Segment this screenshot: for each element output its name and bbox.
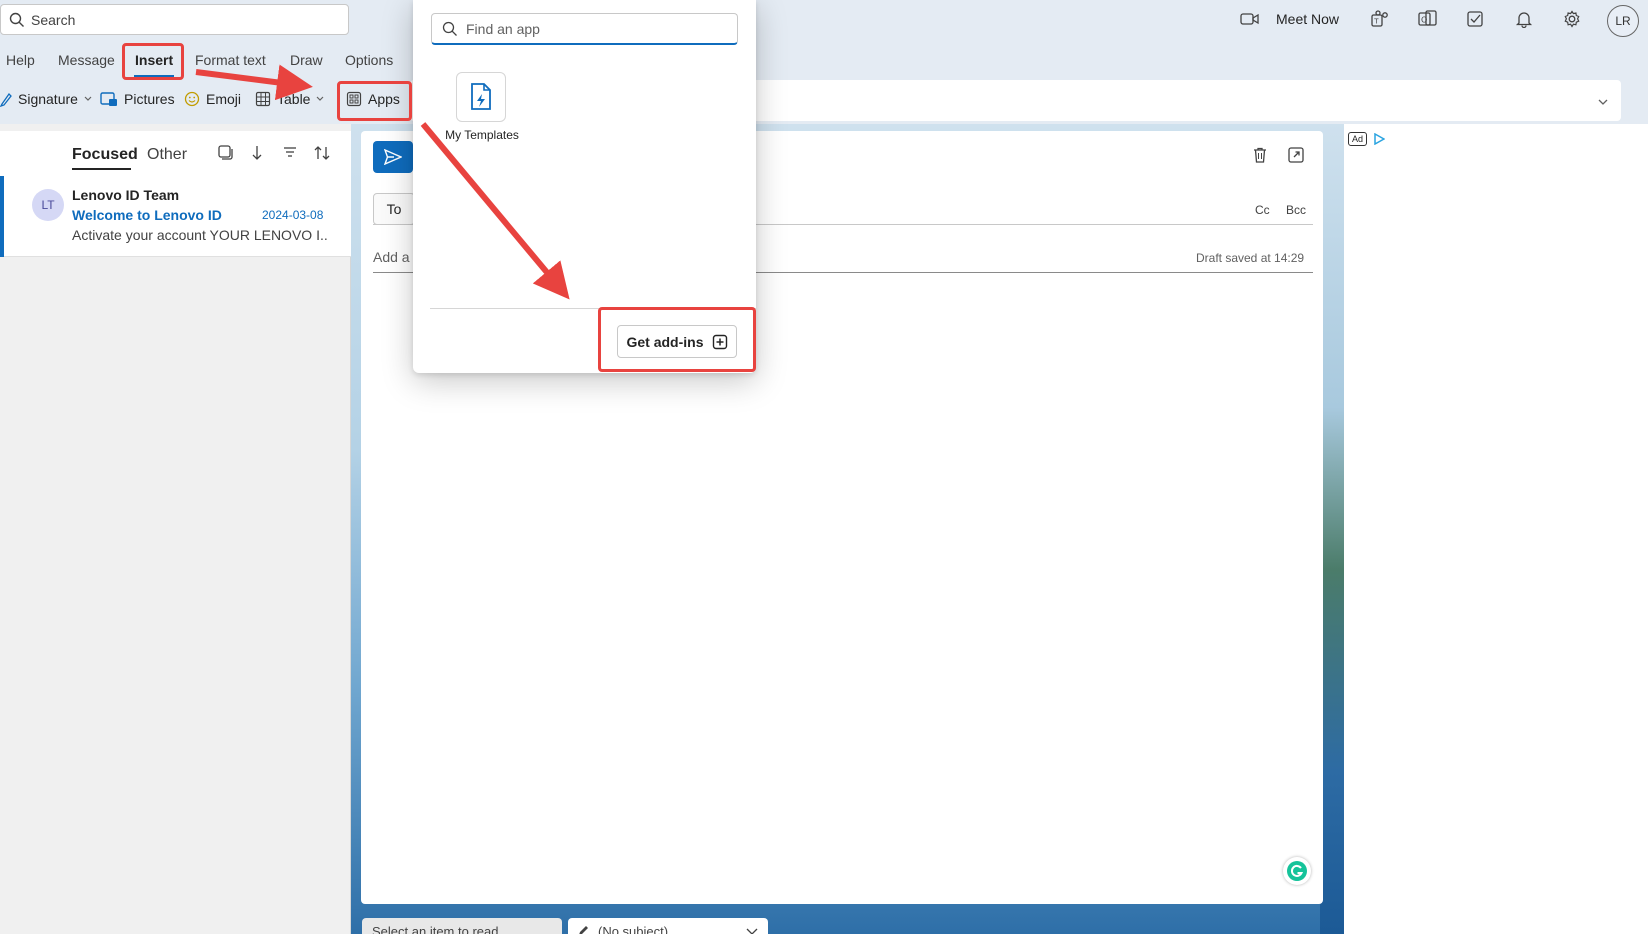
focused-tab-indicator — [72, 168, 131, 170]
chevron-down-icon — [84, 96, 92, 101]
send-button[interactable] — [373, 141, 413, 173]
subject-input[interactable]: Add a — [373, 249, 410, 265]
picture-icon — [100, 92, 117, 106]
tab-draw[interactable]: Draw — [290, 52, 323, 68]
find-app-input[interactable]: Find an app — [431, 13, 738, 45]
gear-icon[interactable] — [1560, 7, 1584, 31]
svg-text:O: O — [1421, 16, 1427, 25]
bcc-button[interactable]: Bcc — [1286, 203, 1306, 217]
video-icon[interactable] — [1238, 7, 1262, 31]
pen-icon — [0, 92, 12, 107]
find-app-placeholder: Find an app — [466, 20, 540, 37]
to-button[interactable]: To — [373, 193, 415, 225]
draft-tab[interactable]: (No subject) — [568, 918, 768, 934]
avatar-initials: LT — [41, 198, 55, 212]
tab-help[interactable]: Help — [6, 52, 35, 68]
table-button[interactable]: Table — [255, 91, 324, 107]
chevron-down-icon[interactable] — [746, 928, 758, 934]
signature-label: Signature — [18, 91, 78, 107]
ad-badge[interactable]: Ad — [1348, 132, 1386, 146]
tab-focused[interactable]: Focused — [72, 146, 138, 164]
background-image-edge — [1320, 124, 1344, 934]
table-icon — [255, 91, 271, 107]
emoji-button[interactable]: Emoji — [184, 91, 241, 107]
ribbon-expand-icon[interactable] — [1597, 98, 1609, 106]
search-icon — [442, 21, 457, 36]
mail-subject: Welcome to Lenovo ID — [72, 207, 222, 223]
tab-other[interactable]: Other — [147, 146, 187, 164]
read-tab[interactable]: Select an item to read — [362, 918, 562, 934]
mail-sender: Lenovo ID Team — [72, 187, 180, 203]
annotation-box-insert — [122, 43, 184, 80]
chevron-down-icon — [317, 96, 324, 101]
mail-date: 2024-03-08 — [262, 208, 324, 222]
search-box[interactable]: Search — [0, 4, 349, 35]
templates-icon — [471, 83, 491, 110]
table-label: Table — [277, 91, 311, 107]
selected-indicator — [0, 176, 4, 257]
annotation-box-apps — [337, 81, 412, 121]
tab-format-text[interactable]: Format text — [195, 52, 266, 68]
tab-message[interactable]: Message — [58, 52, 115, 68]
emoji-icon — [184, 91, 200, 107]
draft-tab-label: (No subject) — [598, 924, 669, 934]
draft-status: Draft saved at 14:29 — [1196, 251, 1305, 265]
to-label: To — [386, 201, 402, 217]
office-icon[interactable]: O — [1416, 7, 1440, 31]
todo-icon[interactable] — [1464, 7, 1488, 31]
user-avatar[interactable]: LR — [1607, 5, 1639, 37]
signature-button[interactable]: Signature — [0, 91, 92, 107]
meet-now-label[interactable]: Meet Now — [1276, 11, 1339, 27]
pop-out-icon[interactable] — [1287, 146, 1305, 164]
cc-button[interactable]: Cc — [1255, 203, 1270, 217]
pictures-button[interactable]: Pictures — [100, 91, 175, 107]
adchoices-icon — [1374, 133, 1386, 145]
sort-icon[interactable] — [313, 144, 331, 162]
pen-icon — [579, 926, 588, 934]
emoji-label: Emoji — [206, 91, 242, 107]
svg-text:T: T — [1373, 18, 1379, 26]
tab-options[interactable]: Options — [345, 52, 393, 68]
read-tab-label: Select an item to read — [372, 924, 499, 934]
user-initials: LR — [1615, 14, 1631, 28]
my-templates-app[interactable] — [456, 72, 506, 122]
search-icon — [9, 12, 24, 27]
ad-pane — [1344, 124, 1648, 934]
discard-icon[interactable] — [1251, 146, 1269, 164]
grammarly-icon[interactable] — [1283, 857, 1311, 885]
teams-icon[interactable]: T — [1368, 7, 1392, 31]
annotation-box-get-addins — [598, 307, 756, 372]
filter-icon[interactable] — [282, 144, 298, 160]
select-icon[interactable] — [217, 144, 233, 160]
jump-down-icon[interactable] — [250, 144, 264, 162]
bell-icon[interactable] — [1512, 7, 1536, 31]
mail-preview: Activate your account YOUR LENOVO I... — [72, 227, 327, 243]
pictures-label: Pictures — [124, 91, 175, 107]
ad-label: Ad — [1348, 132, 1368, 146]
search-placeholder: Search — [31, 11, 76, 28]
avatar: LT — [32, 189, 64, 221]
send-icon — [384, 149, 402, 165]
my-templates-label: My Templates — [445, 128, 519, 142]
